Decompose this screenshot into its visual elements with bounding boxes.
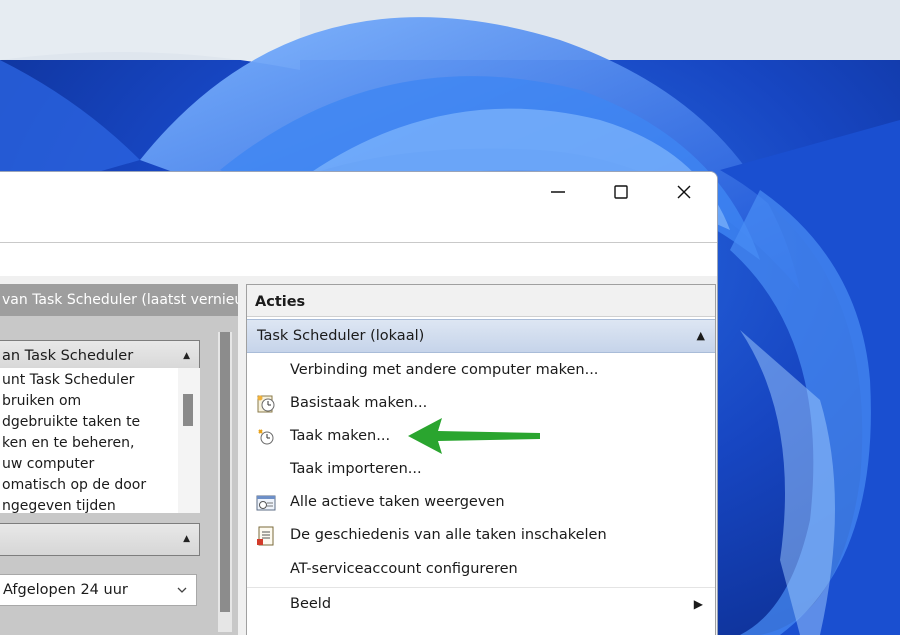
action-label: Beeld <box>290 596 332 612</box>
action-view-menu[interactable]: Beeld ▶ <box>247 587 715 620</box>
maximize-icon <box>614 185 628 199</box>
history-icon <box>257 526 274 546</box>
description-line: ken en te beheren, <box>2 435 135 451</box>
description-scroll-thumb[interactable] <box>183 394 193 426</box>
overview-scroll-thumb[interactable] <box>220 332 230 612</box>
action-import-task[interactable]: Taak importeren... <box>247 453 715 486</box>
action-label: De geschiedenis van alle taken inschakel… <box>290 527 607 543</box>
action-show-running[interactable]: Alle actieve taken weergeven <box>247 486 715 519</box>
close-icon <box>677 185 691 199</box>
overview-pane: van Task Scheduler (laatst vernieu an Ta… <box>0 284 240 635</box>
actions-pane: Acties Task Scheduler (lokaal) ▲ Verbind… <box>246 284 716 635</box>
task-scheduler-window: van Task Scheduler (laatst vernieu an Ta… <box>0 171 718 635</box>
time-range-select[interactable]: Afgelopen 24 uur <box>0 574 197 606</box>
description-line: uw computer <box>2 456 95 472</box>
section-title: an Task Scheduler <box>2 348 134 364</box>
submenu-arrow-icon: ▶ <box>693 597 703 611</box>
action-label: AT-serviceaccount configureren <box>290 561 518 577</box>
action-label: Alle actieve taken weergeven <box>290 494 505 510</box>
create-task-icon <box>258 429 274 445</box>
section-header-status[interactable]: ▲ <box>0 523 200 556</box>
action-enable-history[interactable]: De geschiedenis van alle taken inschakel… <box>247 519 715 552</box>
description-line: dgebruikte taken te <box>2 414 141 430</box>
description-line: ngegeven tijden <box>2 498 116 513</box>
description-line: unt Task Scheduler <box>2 372 135 388</box>
title-bar[interactable] <box>0 172 717 212</box>
description-line: omatisch op de door <box>2 477 147 493</box>
menu-bar <box>0 242 717 278</box>
description-scrollbar[interactable] <box>178 368 200 513</box>
close-button[interactable] <box>661 176 707 208</box>
actions-group-label: Task Scheduler (lokaal) <box>257 328 425 344</box>
action-connect-computer[interactable]: Verbinding met andere computer maken... <box>247 354 715 387</box>
action-label: Taak maken... <box>290 428 391 444</box>
maximize-button[interactable] <box>598 176 644 208</box>
time-range-value: Afgelopen 24 uur <box>3 582 128 598</box>
overview-scrollbar[interactable] <box>218 332 232 632</box>
annotation-arrow-icon <box>408 418 540 454</box>
action-label: Basistaak maken... <box>290 395 428 411</box>
running-tasks-icon <box>256 495 276 511</box>
action-at-service-account[interactable]: AT-serviceaccount configureren <box>247 553 715 586</box>
basic-task-icon <box>257 395 275 413</box>
minimize-button[interactable] <box>535 176 581 208</box>
actions-group-header[interactable]: Task Scheduler (lokaal) ▲ <box>247 319 715 353</box>
collapse-up-icon[interactable]: ▲ <box>183 524 190 555</box>
actions-title: Acties <box>247 285 715 317</box>
description-box: unt Task Scheduler bruiken om dgebruikte… <box>0 368 200 513</box>
action-label: Verbinding met andere computer maken... <box>290 362 599 378</box>
overview-header: van Task Scheduler (laatst vernieu <box>0 284 238 316</box>
action-label: Taak importeren... <box>290 461 422 477</box>
overview-body: an Task Scheduler ▲ unt Task Scheduler b… <box>0 316 238 635</box>
description-line: bruiken om <box>2 393 82 409</box>
collapse-up-icon[interactable]: ▲ <box>697 320 705 352</box>
minimize-icon <box>551 191 565 193</box>
chevron-down-icon <box>177 587 187 593</box>
